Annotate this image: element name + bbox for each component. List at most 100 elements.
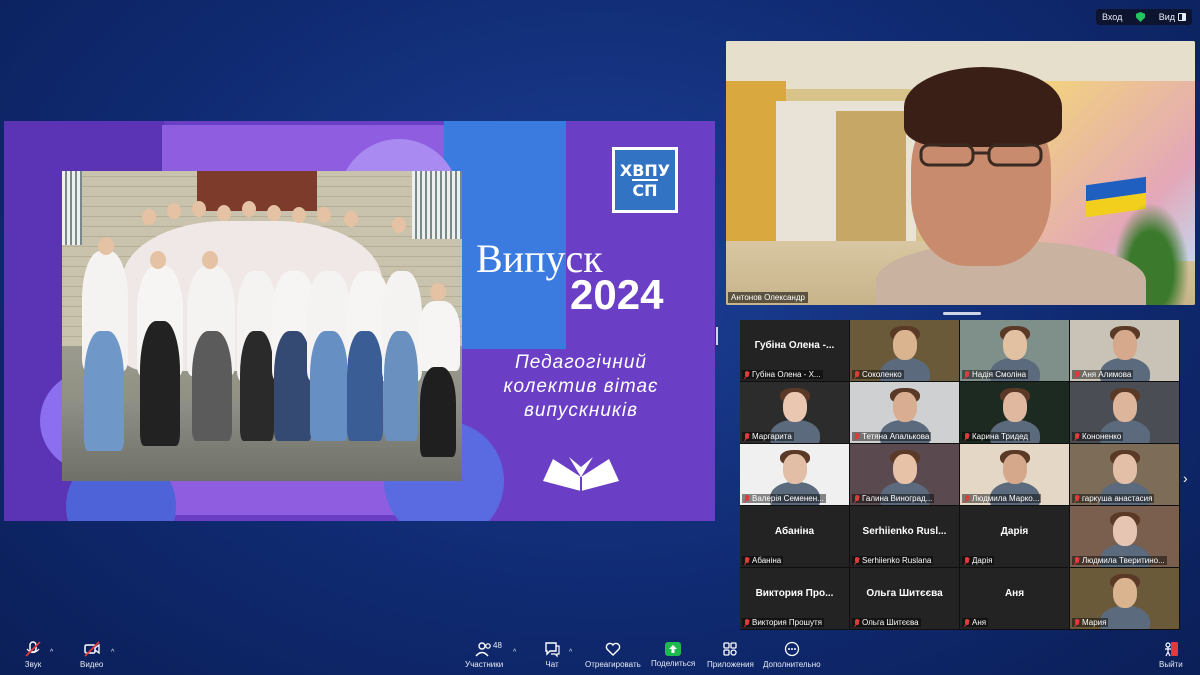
- participant-name-label: Губіна Олена - Х...: [742, 370, 823, 379]
- top-status-bar: Вход Вид: [1096, 9, 1192, 25]
- apps-label: Приложения: [707, 660, 754, 669]
- participant-caption: Тетяна Апалькова: [862, 432, 930, 441]
- react-button[interactable]: Отреагировать: [585, 640, 641, 669]
- mic-muted-icon: [964, 494, 970, 503]
- tagline-line: колектив вітає: [503, 376, 659, 397]
- view-button[interactable]: Вид: [1159, 12, 1186, 22]
- participant-tile[interactable]: Дарія Дарія: [960, 506, 1070, 568]
- participant-tile[interactable]: Соколенко: [850, 320, 960, 382]
- mic-muted-icon: [854, 618, 860, 627]
- participant-tile[interactable]: Карина Тридед: [960, 382, 1070, 444]
- login-indicator[interactable]: Вход: [1102, 12, 1122, 22]
- participant-gallery: Губіна Олена -... Губіна Олена - Х... Соко…: [740, 320, 1181, 631]
- mic-muted-icon: [854, 494, 860, 503]
- participant-caption: Соколенко: [862, 370, 902, 379]
- mic-muted-icon: [964, 556, 970, 565]
- participant-caption: Галина Виноград...: [862, 494, 933, 503]
- participant-caption: Карина Тридед: [972, 432, 1029, 441]
- participant-name-label: Людмила Марко...: [962, 494, 1042, 503]
- shield-icon[interactable]: [1136, 12, 1146, 22]
- participant-tile[interactable]: Маргарита: [740, 382, 850, 444]
- resize-handle[interactable]: [943, 312, 981, 315]
- speaker-name-label: Антонов Олександр: [728, 292, 808, 303]
- participant-tile[interactable]: Валерія Семенен...: [740, 444, 850, 506]
- participant-caption: Виктория Прошутя: [752, 618, 822, 627]
- leave-icon: [1164, 642, 1178, 657]
- panel-resize-handle[interactable]: [716, 327, 718, 345]
- chevron-right-icon[interactable]: ›: [1183, 470, 1188, 486]
- participant-caption: Дарія: [972, 556, 993, 565]
- share-screen-icon: [665, 642, 682, 656]
- participant-name-label: Соколенко: [852, 370, 904, 379]
- participant-name-label: Аня: [962, 618, 989, 627]
- apps-button[interactable]: Приложения: [707, 640, 754, 669]
- participant-name-label: Serhiienko Ruslana: [852, 556, 934, 565]
- participants-icon: [475, 642, 491, 657]
- view-label: Вид: [1158, 12, 1175, 22]
- audio-button[interactable]: Звук: [24, 640, 42, 669]
- video-button[interactable]: Видео: [80, 640, 103, 669]
- participant-name-label: Карина Тридед: [962, 432, 1031, 441]
- group-photo: [62, 171, 462, 481]
- mic-muted-icon: [1074, 618, 1080, 627]
- tagline-line: випускників: [523, 400, 639, 421]
- participant-caption: Serhiienko Ruslana: [862, 556, 932, 565]
- participant-tile[interactable]: Serhiienko Rusl... Serhiienko Ruslana: [850, 506, 960, 568]
- more-label: Дополнительно: [763, 660, 821, 669]
- mic-muted-icon: [744, 494, 750, 503]
- participant-caption: гаркуша анастасия: [1082, 494, 1153, 503]
- logo-line1: ХВПУ: [619, 160, 671, 180]
- mic-muted-icon: [964, 432, 970, 441]
- participant-name-label: Надія Смоліна: [962, 370, 1029, 379]
- active-speaker-video[interactable]: Антонов Олександр: [726, 41, 1195, 305]
- participant-name-label: Ольга Шитєєва: [852, 618, 921, 627]
- participant-tile[interactable]: Губіна Олена -... Губіна Олена - Х...: [740, 320, 850, 382]
- participant-tile[interactable]: Тетяна Апалькова: [850, 382, 960, 444]
- camera-off-icon: [83, 641, 100, 657]
- participant-tile[interactable]: Ольга Шитєєва Ольга Шитєєва: [850, 568, 960, 630]
- chat-label: Чат: [545, 660, 559, 669]
- participant-tile[interactable]: Кононенко: [1070, 382, 1180, 444]
- participant-tile[interactable]: Мария: [1070, 568, 1180, 630]
- view-layout-icon: [1177, 13, 1186, 21]
- participant-name-label: Маргарита: [742, 432, 794, 441]
- open-book-icon: [543, 457, 619, 491]
- chevron-up-icon[interactable]: ^: [111, 649, 114, 656]
- mic-muted-icon: [744, 432, 750, 441]
- share-button[interactable]: Поделиться: [651, 640, 695, 668]
- login-label: Вход: [1102, 12, 1123, 22]
- participant-caption: Губіна Олена - Х...: [752, 370, 821, 379]
- participant-tile[interactable]: Надія Смоліна: [960, 320, 1070, 382]
- participant-tile[interactable]: гаркуша анастасия: [1070, 444, 1180, 506]
- audio-label: Звук: [24, 660, 42, 669]
- participant-tile[interactable]: Виктория Про... Виктория Прошутя: [740, 568, 850, 630]
- participant-caption: Валерія Семенен...: [752, 494, 824, 503]
- participant-caption: Кононенко: [1082, 432, 1122, 441]
- tagline-line: Педагогічний: [515, 352, 647, 373]
- participants-label: Участники: [465, 660, 504, 669]
- participant-tile[interactable]: Галина Виноград...: [850, 444, 960, 506]
- participant-name-label: Людмила Тверитино...: [1072, 556, 1167, 565]
- participant-tile[interactable]: Аня Алимова: [1070, 320, 1180, 382]
- mic-muted-icon: [964, 618, 970, 627]
- leave-button[interactable]: Выйти: [1159, 640, 1183, 669]
- participant-tile[interactable]: Аня Аня: [960, 568, 1070, 630]
- chevron-up-icon[interactable]: ^: [50, 649, 53, 656]
- apps-icon: [723, 642, 738, 656]
- chevron-up-icon[interactable]: ^: [569, 649, 572, 656]
- chevron-up-icon[interactable]: ^: [513, 649, 516, 656]
- more-button[interactable]: Дополнительно: [763, 640, 821, 669]
- participant-tile[interactable]: Абаніна Абаніна: [740, 506, 850, 568]
- participant-tile[interactable]: Людмила Марко...: [960, 444, 1070, 506]
- participant-caption: Аня Алимова: [1082, 370, 1132, 379]
- chat-icon: [545, 642, 560, 658]
- logo-line2: СП: [632, 178, 658, 200]
- participants-count: 48: [493, 641, 502, 650]
- participant-name-label: Виктория Прошутя: [742, 618, 824, 627]
- chat-button[interactable]: Чат: [543, 640, 561, 669]
- participant-caption: Надія Смоліна: [972, 370, 1027, 379]
- mic-muted-icon: [25, 641, 41, 657]
- participant-tile[interactable]: Людмила Тверитино...: [1070, 506, 1180, 568]
- participant-name-label: Тетяна Апалькова: [852, 432, 932, 441]
- mic-muted-icon: [964, 370, 970, 379]
